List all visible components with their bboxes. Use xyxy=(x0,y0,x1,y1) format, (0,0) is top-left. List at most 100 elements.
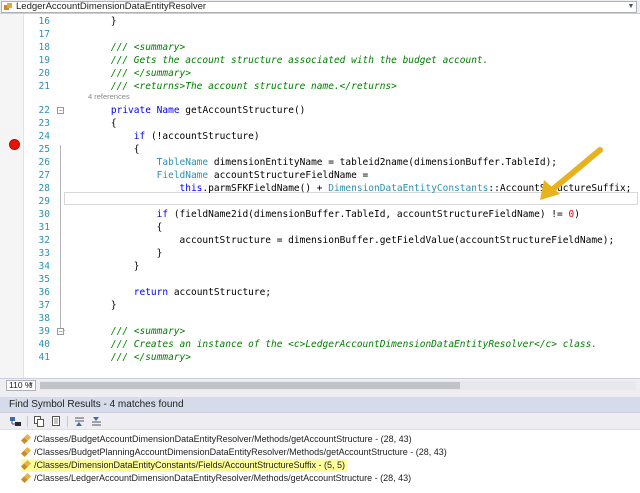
line-number: 27 xyxy=(38,170,50,181)
result-text: /Classes/BudgetAccountDimensionDataEntit… xyxy=(34,434,412,444)
previous-icon[interactable] xyxy=(73,415,86,428)
code-line: 36 return accountStructure; xyxy=(0,286,640,299)
collapse-icon[interactable]: − xyxy=(57,107,64,114)
line-number: 24 xyxy=(38,131,50,142)
result-item[interactable]: /Classes/BudgetAccountDimensionDataEntit… xyxy=(21,433,412,446)
code-line: 22 private Name getAccountStructure() − xyxy=(0,104,640,117)
code-token: } xyxy=(88,248,163,259)
code-token: /// <returns>The account structure name.… xyxy=(88,81,397,92)
line-code: if (!accountStructure) xyxy=(88,130,260,143)
code-token: accountStructure; xyxy=(168,287,272,298)
line-number: 28 xyxy=(38,183,50,194)
class-icon xyxy=(4,2,13,12)
line-number: 26 xyxy=(38,157,50,168)
code-editor[interactable]: 16 } 17 18 /// <summary> 19 /// Gets the ac… xyxy=(0,14,640,378)
code-token: } xyxy=(88,261,140,272)
line-code: private Name getAccountStructure() xyxy=(88,104,306,117)
code-line: 34 } xyxy=(0,260,640,273)
code-lens-references[interactable]: 4 references xyxy=(88,92,130,102)
line-code: /// </summary> xyxy=(88,351,191,364)
result-text: /Classes/LedgerAccountDimensionDataEntit… xyxy=(34,473,412,483)
method-icon xyxy=(21,448,31,458)
line-code: } xyxy=(88,247,163,260)
code-token: { xyxy=(88,144,140,155)
clear-icon[interactable] xyxy=(50,415,63,428)
code-token: FieldName xyxy=(156,170,209,181)
result-item-highlighted[interactable]: /Classes/DimensionDataEntityConstants/Fi… xyxy=(21,459,347,472)
result-item[interactable]: /Classes/LedgerAccountDimensionDataEntit… xyxy=(21,472,411,485)
code-token: private xyxy=(110,105,151,116)
code-token: /// </summary> xyxy=(88,352,191,363)
code-token: ) xyxy=(574,209,580,220)
code-line: 33 } xyxy=(0,247,640,260)
collapse-icon[interactable]: − xyxy=(57,328,64,335)
code-token: (fieldName2id(dimensionBuffer.TableId, a… xyxy=(168,209,569,220)
code-line: 41 /// </summary> xyxy=(0,351,640,364)
code-token: /// </summary> xyxy=(88,68,191,79)
toolbar-separator xyxy=(27,416,28,427)
line-number: 29 xyxy=(38,196,50,207)
line-number: 31 xyxy=(38,222,50,233)
code-line: 32 accountStructure = dimensionBuffer.ge… xyxy=(0,234,640,247)
code-token: Name xyxy=(156,105,180,116)
code-line: 19 /// Gets the account structure associ… xyxy=(0,54,640,67)
code-token: return xyxy=(133,287,169,298)
code-token: DimensionDataEntityConstants xyxy=(328,183,489,194)
code-line: 39 /// <summary> − xyxy=(0,325,640,338)
line-code: /// <summary> xyxy=(88,325,185,338)
line-number: 23 xyxy=(38,118,50,129)
results-toolbar xyxy=(0,413,640,430)
result-text: /Classes/DimensionDataEntityConstants/Fi… xyxy=(34,460,345,470)
code-line: 16 } xyxy=(0,15,640,28)
method-icon xyxy=(21,474,31,484)
code-token: /// Creates an instance of the <c>Ledger… xyxy=(88,339,598,350)
line-number: 21 xyxy=(38,81,50,92)
chevron-down-icon[interactable]: ▼ xyxy=(626,2,636,12)
chevron-down-icon[interactable]: ▼ xyxy=(28,381,34,390)
class-dropdown-label: LedgerAccountDimensionDataEntityResolver xyxy=(16,1,207,12)
line-number: 30 xyxy=(38,209,50,220)
editor-status-strip: 110 % ▼ xyxy=(0,378,640,391)
scrollbar-thumb[interactable] xyxy=(40,382,460,389)
line-code: { xyxy=(88,221,163,234)
next-icon[interactable] xyxy=(90,415,103,428)
line-code: /// <returns>The account structure name.… xyxy=(88,80,397,93)
line-number: 36 xyxy=(38,287,50,298)
line-number: 20 xyxy=(38,68,50,79)
zoom-dropdown[interactable]: 110 % ▼ xyxy=(6,380,36,391)
line-code: /// <summary> xyxy=(88,41,185,54)
code-token: accountStructure = dimensionBuffer.getFi… xyxy=(88,235,615,246)
line-number: 39 xyxy=(38,326,50,337)
line-number: 16 xyxy=(38,16,50,27)
line-number: 33 xyxy=(38,248,50,259)
code-token: .parmSFKFieldName() + xyxy=(202,183,329,194)
annotation-arrow-icon xyxy=(540,147,603,200)
code-token: getAccountStructure() xyxy=(179,105,306,116)
copy-icon[interactable] xyxy=(33,415,46,428)
class-dropdown[interactable]: LedgerAccountDimensionDataEntityResolver… xyxy=(1,1,637,13)
line-number: 34 xyxy=(38,261,50,272)
code-line: 24 if (!accountStructure) xyxy=(0,130,640,143)
code-line: 40 /// Creates an instance of the <c>Led… xyxy=(0,338,640,351)
line-number: 40 xyxy=(38,339,50,350)
result-item[interactable]: /Classes/BudgetPlanningAccountDimensionD… xyxy=(21,446,447,459)
line-number: 22 xyxy=(38,105,50,116)
line-code: accountStructure = dimensionBuffer.getFi… xyxy=(88,234,615,247)
line-number: 35 xyxy=(38,274,50,285)
line-number: 18 xyxy=(38,42,50,53)
go-to-definition-icon[interactable] xyxy=(9,415,22,428)
horizontal-scrollbar[interactable] xyxy=(40,381,636,390)
code-line: 37 } xyxy=(0,299,640,312)
code-line: 30 if (fieldName2id(dimensionBuffer.Tabl… xyxy=(0,208,640,221)
line-code: } xyxy=(88,299,117,312)
code-token: /// <summary> xyxy=(88,326,186,337)
line-code: FieldName accountStructureFieldName = xyxy=(88,169,369,182)
navigation-bar: LedgerAccountDimensionDataEntityResolver… xyxy=(0,0,640,14)
line-number: 19 xyxy=(38,55,50,66)
line-code: /// Gets the account structure associate… xyxy=(88,54,489,67)
line-code: TableName dimensionEntityName = tableid2… xyxy=(88,156,557,169)
line-number: 32 xyxy=(38,235,50,246)
